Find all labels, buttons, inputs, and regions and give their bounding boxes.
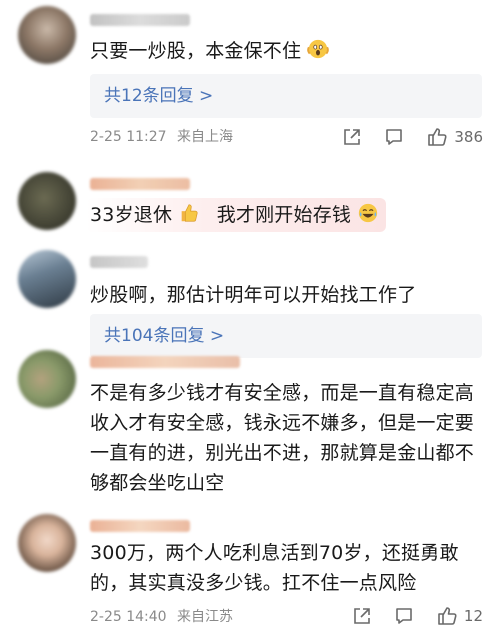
- comment-text: 炒股啊，那估计明年可以开始找工作了: [90, 280, 486, 310]
- username-blurred[interactable]: [90, 520, 190, 532]
- comment-line: 一直有的进，别光出不进，那就算是金山都不: [90, 442, 475, 464]
- comment-text: 只要一炒股，本金保不住: [90, 36, 486, 66]
- comment-body: 炒股啊，那估计明年可以开始找工作了: [90, 284, 417, 306]
- comment-text: 33岁退休 我才刚开始存钱: [90, 200, 486, 230]
- reply-count-link[interactable]: 共12条回复 >: [90, 74, 482, 118]
- share-icon: [354, 608, 370, 624]
- like-button[interactable]: 12: [436, 605, 483, 627]
- reply-button[interactable]: [384, 127, 404, 147]
- username-blurred[interactable]: [90, 14, 190, 26]
- comment-line: 够都会坐吃山空: [90, 472, 225, 494]
- avatar[interactable]: [18, 172, 76, 230]
- avatar[interactable]: [18, 514, 76, 572]
- like-count: 12: [463, 607, 483, 625]
- reply-count-link[interactable]: 共104条回复 >: [90, 314, 482, 358]
- comment-actions: 386: [320, 125, 483, 149]
- timestamp: 2-25 14:40: [90, 609, 167, 625]
- location: 来自江苏: [177, 609, 234, 625]
- comment-line: 收入才有安全感，钱永远不嫌多，但是一定要: [90, 412, 475, 434]
- comment-body-part1: 33岁退休: [90, 204, 173, 226]
- like-count: 386: [454, 128, 483, 146]
- share-button[interactable]: [342, 127, 362, 147]
- username-blurred[interactable]: [90, 356, 240, 368]
- comment-line: 不是有多少钱才有安全感，而是一直有稳定高: [90, 382, 475, 404]
- reply-button[interactable]: [394, 606, 414, 626]
- thumbs-up-icon: [438, 607, 457, 625]
- comment-actions: 12: [330, 604, 483, 628]
- face-crying-laughing-icon: [359, 203, 378, 223]
- comment-meta: 2-25 11:27 来自上海: [90, 128, 233, 146]
- location: 来自上海: [177, 129, 234, 145]
- share-button[interactable]: [352, 606, 372, 626]
- comment-icon: [386, 129, 403, 145]
- comment-text: 不是有多少钱才有安全感，而是一直有稳定高 收入才有安全感，钱永远不嫌多，但是一定…: [90, 378, 486, 498]
- avatar[interactable]: [18, 350, 76, 408]
- username-blurred[interactable]: [90, 256, 148, 268]
- timestamp: 2-25 11:27: [90, 129, 167, 145]
- comment-body: 只要一炒股，本金保不住: [90, 40, 302, 62]
- avatar[interactable]: [18, 6, 76, 64]
- comment-line: 的，其实真没多少钱。扛不住一点风险: [90, 572, 417, 594]
- username-blurred[interactable]: [90, 178, 190, 190]
- thumbs-up-icon: [182, 204, 199, 222]
- comment-meta: 2-25 14:40 来自江苏: [90, 608, 233, 626]
- comment-line: 300万，两个人吃利息活到70岁，还挺勇敢: [90, 542, 459, 564]
- thumbs-up-icon: [428, 128, 447, 146]
- like-button[interactable]: 386: [426, 126, 483, 148]
- avatar[interactable]: [18, 250, 76, 308]
- face-screaming-icon: [307, 39, 330, 59]
- share-icon: [344, 129, 361, 145]
- comment-body-part2: 我才刚开始存钱: [216, 204, 352, 226]
- comment-text: 300万，两个人吃利息活到70岁，还挺勇敢 的，其实真没多少钱。扛不住一点风险: [90, 538, 486, 598]
- comment-icon: [396, 608, 412, 624]
